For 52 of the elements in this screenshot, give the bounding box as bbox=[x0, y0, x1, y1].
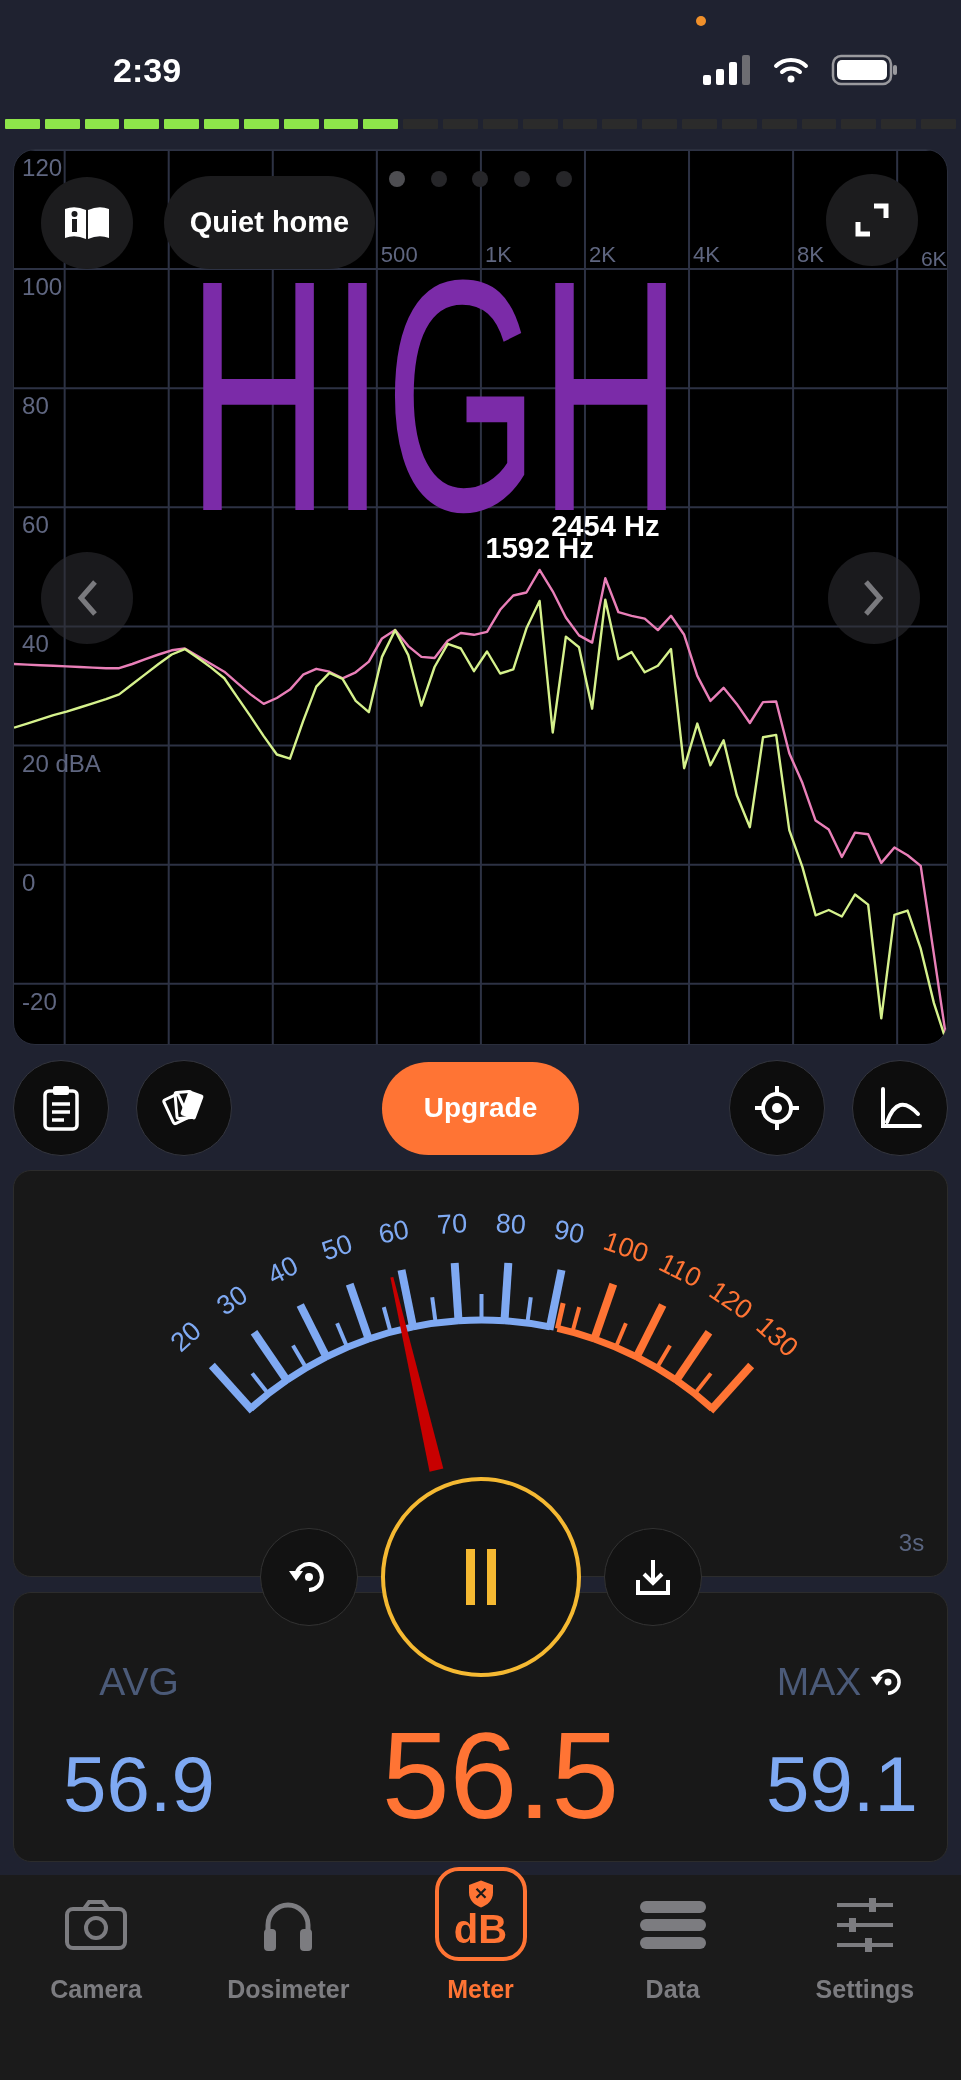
scale-label: 30 bbox=[211, 1279, 253, 1322]
scale-label: 90 bbox=[551, 1214, 587, 1250]
stacked-bars-icon bbox=[637, 1899, 708, 1951]
current-value: 56.5 bbox=[381, 1715, 620, 1846]
time-window-label: 3s bbox=[898, 1529, 925, 1556]
decibel-label: dB bbox=[453, 1909, 508, 1949]
page-dot[interactable] bbox=[389, 171, 405, 187]
scale-label: 20 bbox=[164, 1315, 208, 1358]
axis-label: 6K bbox=[920, 247, 947, 270]
axis-label: 20 dBA bbox=[22, 749, 101, 777]
tab-bar-item[interactable]: Data bbox=[576, 1862, 769, 2080]
clipboard-icon bbox=[41, 1084, 81, 1132]
axis-label: -20 bbox=[22, 987, 57, 1015]
battery-icon bbox=[831, 54, 899, 86]
scale-label: 80 bbox=[494, 1208, 527, 1241]
axis-label: 60 bbox=[22, 511, 49, 539]
axis-label: 0 bbox=[22, 868, 36, 896]
axis-label: 4K bbox=[693, 242, 721, 267]
page-dot[interactable] bbox=[430, 171, 447, 187]
camera-icon bbox=[64, 1899, 129, 1951]
page-dot[interactable] bbox=[472, 171, 489, 187]
axis-label: 80 bbox=[22, 392, 49, 420]
tab-bar-item[interactable]: Settings bbox=[768, 1862, 961, 2080]
preset-button[interactable]: Quiet home bbox=[164, 176, 375, 269]
axis-label: 100 bbox=[22, 273, 63, 301]
average-label: AVG bbox=[99, 1662, 179, 1701]
scale-label: 40 bbox=[262, 1250, 303, 1291]
maximum-label: MAX bbox=[776, 1662, 862, 1701]
axis-label: 500 bbox=[380, 242, 418, 267]
page-dot[interactable] bbox=[514, 171, 531, 187]
crosshair-icon bbox=[754, 1085, 800, 1131]
wifi-icon bbox=[773, 56, 809, 84]
scale-label: 60 bbox=[376, 1214, 412, 1250]
axis-label: 8K bbox=[797, 242, 825, 267]
sliders-icon bbox=[834, 1897, 895, 1953]
axis-label: 1K bbox=[484, 242, 512, 267]
scale-label: 100 bbox=[599, 1225, 653, 1269]
page-dot[interactable] bbox=[555, 171, 572, 187]
axis-label: 120 bbox=[22, 154, 63, 181]
axis-label: 40 bbox=[22, 630, 49, 658]
axis-label: 2K bbox=[589, 242, 616, 267]
scale-label: 70 bbox=[436, 1208, 469, 1241]
average-value: 56.9 bbox=[63, 1745, 215, 1823]
scale-label: 50 bbox=[317, 1228, 357, 1267]
tab-bar-item[interactable]: dB Meter bbox=[384, 1862, 577, 2080]
maximum-value: 59.1 bbox=[766, 1745, 918, 1823]
curve-icon bbox=[878, 1086, 922, 1130]
tab-bar-item[interactable]: Dosimeter bbox=[192, 1862, 385, 2080]
status-time: 2:39 bbox=[113, 49, 182, 91]
tab-bar-item[interactable]: Camera bbox=[0, 1862, 193, 2080]
upgrade-button[interactable]: Upgrade bbox=[382, 1061, 579, 1155]
signal-icon bbox=[703, 55, 751, 85]
